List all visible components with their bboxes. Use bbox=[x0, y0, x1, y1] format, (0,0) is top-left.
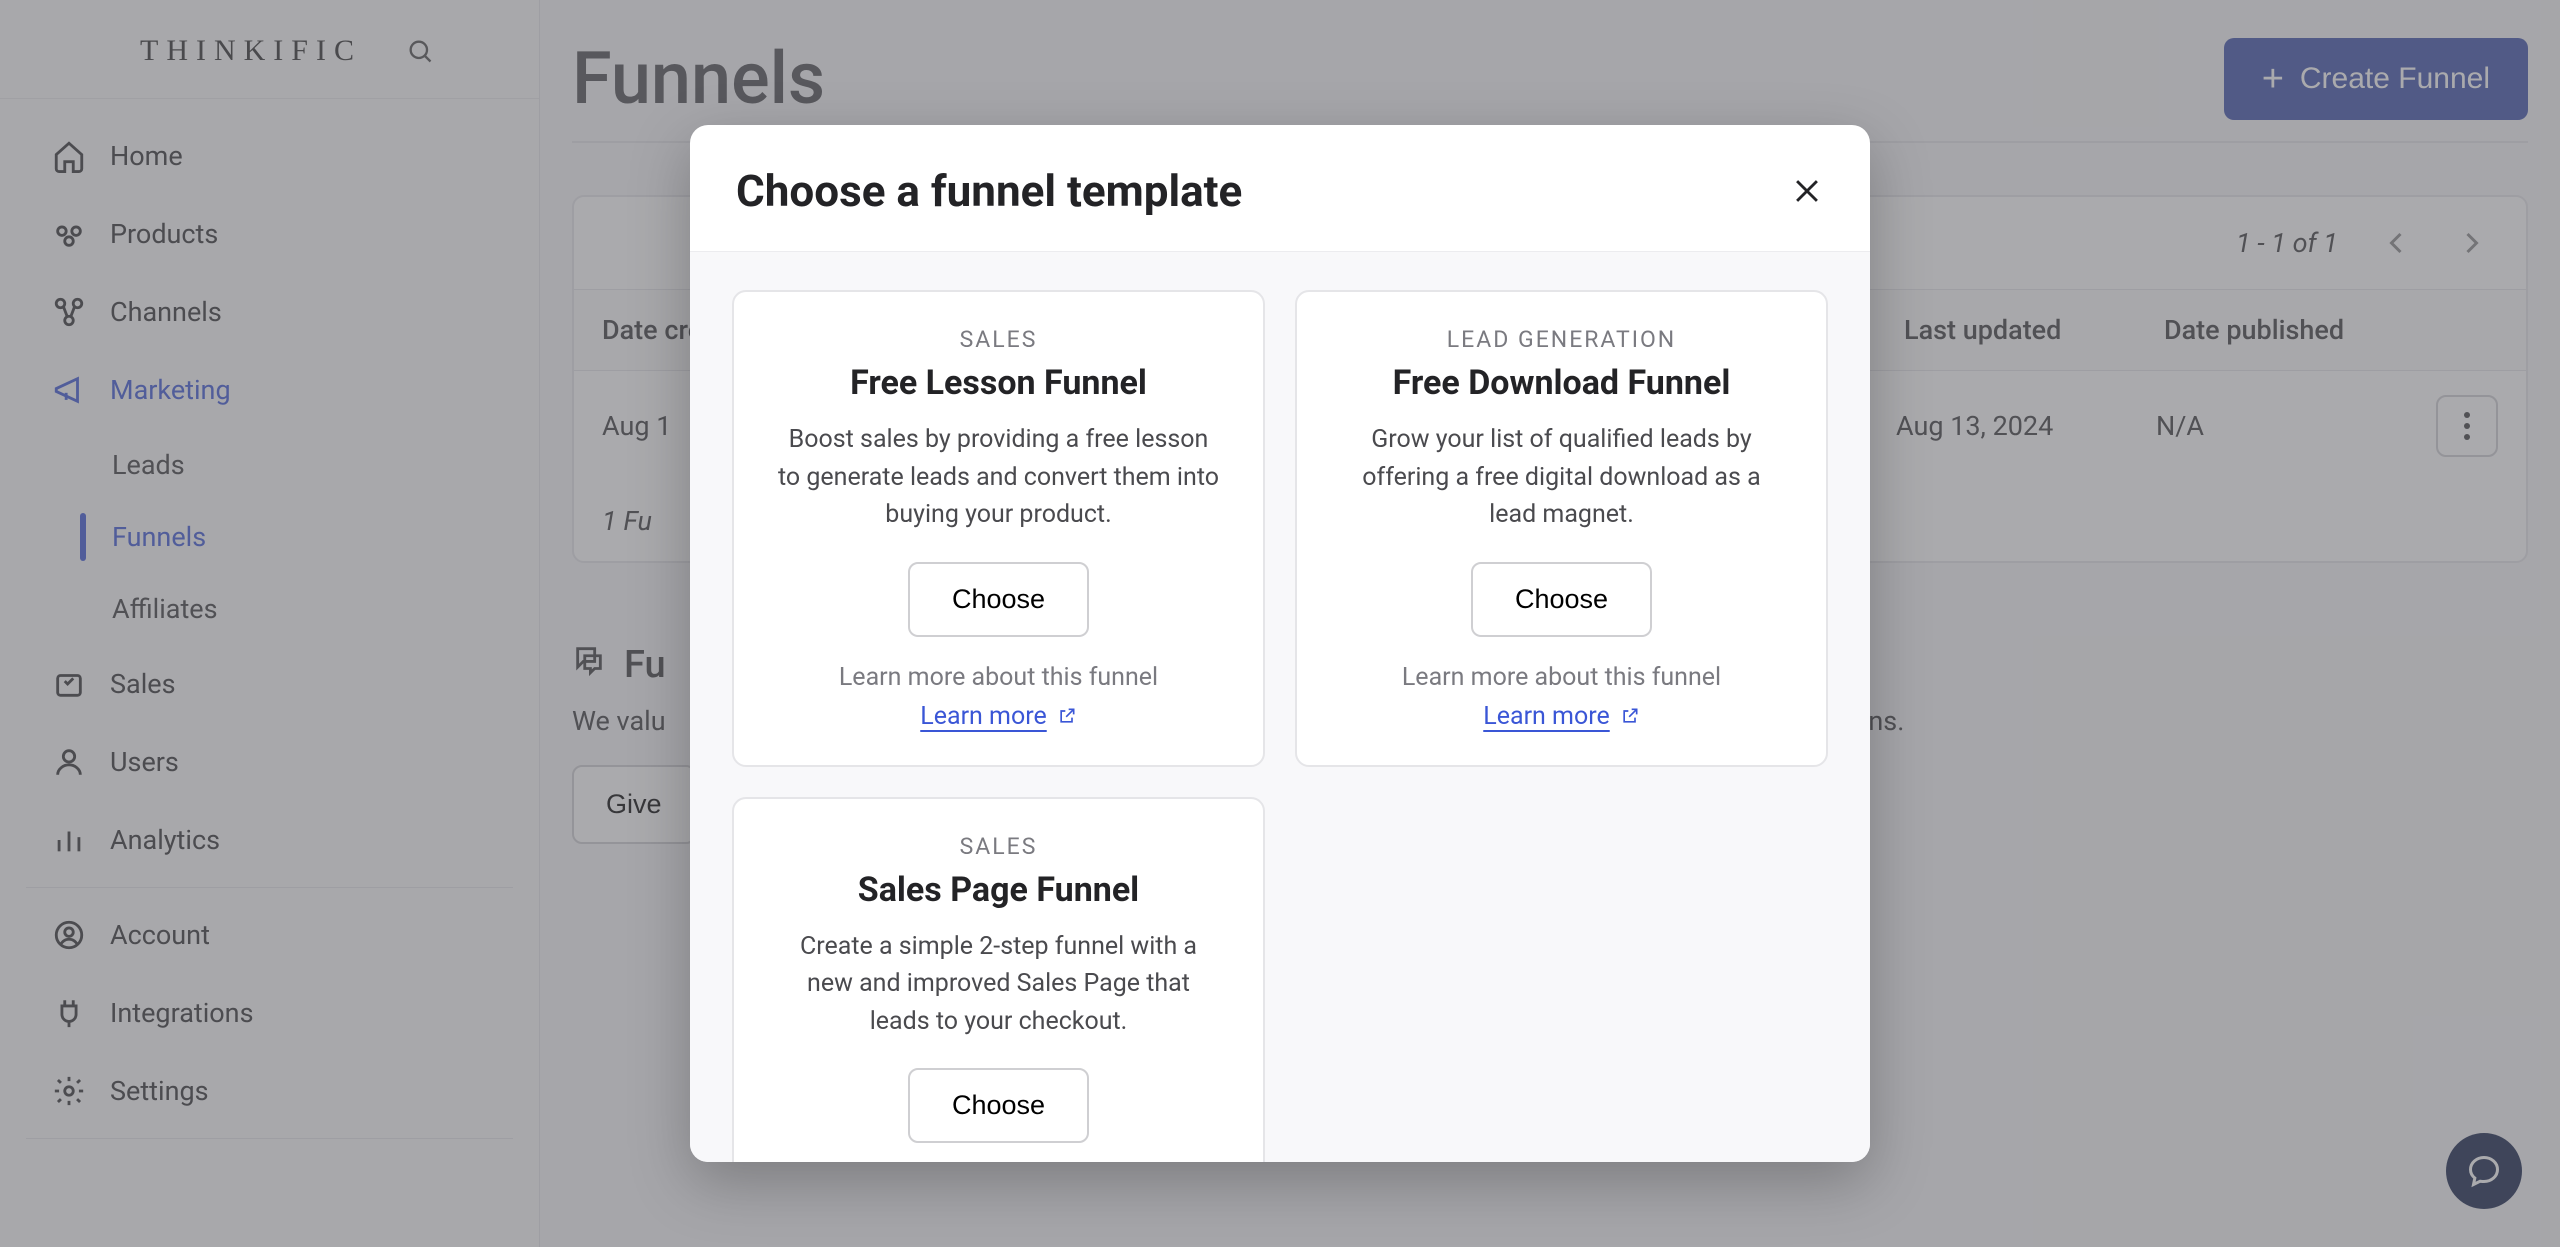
card-description: Grow your list of qualified leads by off… bbox=[1331, 421, 1792, 534]
card-category: SALES bbox=[768, 326, 1229, 353]
template-card-free-lesson: SALES Free Lesson Funnel Boost sales by … bbox=[732, 290, 1265, 767]
external-link-icon bbox=[1620, 706, 1640, 726]
template-card-free-download: LEAD GENERATION Free Download Funnel Gro… bbox=[1295, 290, 1828, 767]
card-category: LEAD GENERATION bbox=[1331, 326, 1792, 353]
card-description: Create a simple 2-step funnel with a new… bbox=[768, 928, 1229, 1041]
choose-button[interactable]: Choose bbox=[908, 562, 1089, 637]
external-link-icon bbox=[1057, 706, 1077, 726]
modal-header: Choose a funnel template bbox=[690, 125, 1870, 252]
learn-label: Learn more about this funnel bbox=[768, 663, 1229, 692]
modal-body: SALES Free Lesson Funnel Boost sales by … bbox=[690, 252, 1870, 1162]
choose-button[interactable]: Choose bbox=[1471, 562, 1652, 637]
learn-more-link[interactable]: Learn more bbox=[920, 702, 1076, 731]
card-title: Free Download Funnel bbox=[1331, 363, 1792, 403]
funnel-template-modal: Choose a funnel template SALES Free Less… bbox=[690, 125, 1870, 1162]
learn-more-link[interactable]: Learn more bbox=[1483, 702, 1639, 731]
modal-title: Choose a funnel template bbox=[736, 165, 1242, 217]
card-title: Sales Page Funnel bbox=[768, 870, 1229, 910]
choose-button[interactable]: Choose bbox=[908, 1068, 1089, 1143]
card-description: Boost sales by providing a free lesson t… bbox=[768, 421, 1229, 534]
learn-label: Learn more about this funnel bbox=[1331, 663, 1792, 692]
card-title: Free Lesson Funnel bbox=[768, 363, 1229, 403]
card-category: SALES bbox=[768, 833, 1229, 860]
template-card-sales-page: SALES Sales Page Funnel Create a simple … bbox=[732, 797, 1265, 1163]
close-icon[interactable] bbox=[1790, 174, 1824, 208]
